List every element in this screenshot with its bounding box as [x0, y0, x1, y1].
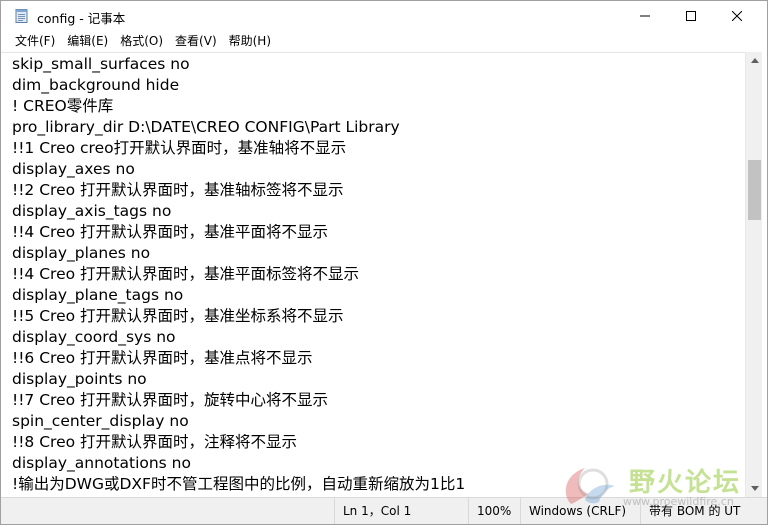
notepad-window: config - 记事本 文件(F) 编辑(E) 格式(O) 查看(V) 帮助(…: [0, 0, 768, 525]
text-line: display_axis_tags no: [12, 202, 172, 220]
text-line: !!5 Creo 打开默认界面时，基准坐标系将不显示: [12, 307, 344, 325]
text-line: ! CREO零件库: [12, 97, 114, 115]
text-line: display_points no: [12, 370, 147, 388]
text-line: display_plane_tags no: [12, 286, 184, 304]
close-icon: [732, 11, 742, 21]
minimize-button[interactable]: [622, 1, 668, 31]
chevron-down-icon: [750, 486, 759, 491]
text-editor[interactable]: skip_small_surfaces no dim_background hi…: [1, 52, 745, 497]
text-line: display_coord_sys no: [12, 328, 176, 346]
scroll-up-button[interactable]: [746, 52, 763, 69]
text-line: pro_library_dir D:\DATE\CREO CONFIG\Part…: [12, 118, 400, 136]
scroll-down-button[interactable]: [746, 480, 763, 497]
text-line: display_annotations no: [12, 454, 191, 472]
chevron-up-icon: [750, 58, 759, 63]
notepad-icon: [14, 8, 30, 24]
menu-view[interactable]: 查看(V): [169, 31, 223, 52]
text-line: skip_small_surfaces no: [12, 55, 190, 73]
text-line: !!2 Creo 打开默认界面时，基准轴标签将不显示: [12, 181, 344, 199]
text-line: display_planes no: [12, 244, 151, 262]
menu-help[interactable]: 帮助(H): [223, 31, 277, 52]
maximize-button[interactable]: [668, 1, 714, 31]
line-ending: Windows (CRLF): [520, 498, 640, 524]
text-line: display_axes no: [12, 160, 135, 178]
text-line: !!7 Creo 打开默认界面时，旋转中心将不显示: [12, 391, 329, 409]
menu-file[interactable]: 文件(F): [9, 31, 61, 52]
text-line: !!1 Creo creo打开默认界面时，基准轴将不显示: [12, 139, 347, 157]
window-title: config - 记事本: [37, 11, 126, 26]
vertical-scrollbar[interactable]: [745, 52, 762, 497]
maximize-icon: [686, 11, 696, 21]
text-line: !!8 Creo 打开默认界面时，注释将不显示: [12, 433, 298, 451]
cursor-position: Ln 1，Col 1: [334, 498, 468, 524]
encoding: 带有 BOM 的 UT: [640, 498, 767, 524]
text-line: !!4 Creo 打开默认界面时，基准平面标签将不显示: [12, 265, 360, 283]
text-line: !!6 Creo 打开默认界面时，基准点将不显示: [12, 349, 313, 367]
zoom-level: 100%: [468, 498, 520, 524]
text-line: !!4 Creo 打开默认界面时，基准平面将不显示: [12, 223, 329, 241]
menu-format[interactable]: 格式(O): [114, 31, 169, 52]
title-bar[interactable]: config - 记事本: [1, 1, 767, 31]
scroll-thumb[interactable]: [748, 160, 761, 220]
text-line: !输出为DWG或DXF时不管工程图中的比例，自动重新缩放为1比1: [12, 475, 466, 493]
menu-bar: 文件(F) 编辑(E) 格式(O) 查看(V) 帮助(H): [1, 31, 767, 52]
status-bar: Ln 1，Col 1 100% Windows (CRLF) 带有 BOM 的 …: [1, 497, 767, 524]
minimize-icon: [640, 15, 650, 17]
close-button[interactable]: [714, 1, 760, 31]
text-line: spin_center_display no: [12, 412, 189, 430]
menu-edit[interactable]: 编辑(E): [61, 31, 114, 52]
text-line: dim_background hide: [12, 76, 180, 94]
